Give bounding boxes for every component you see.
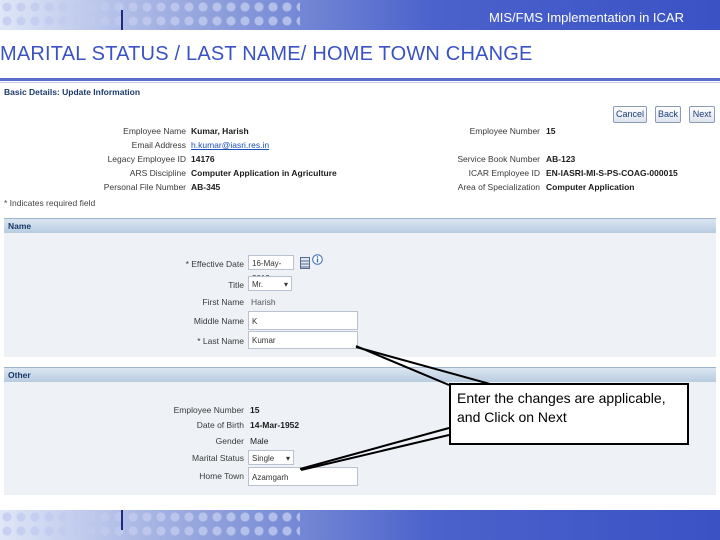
bottom-banner [0,510,720,540]
footer-divider [121,510,123,530]
instruction-callout: Enter the changes are applicable, and Cl… [449,383,689,445]
callout-arrows [299,345,491,471]
footer-pattern [0,510,300,540]
